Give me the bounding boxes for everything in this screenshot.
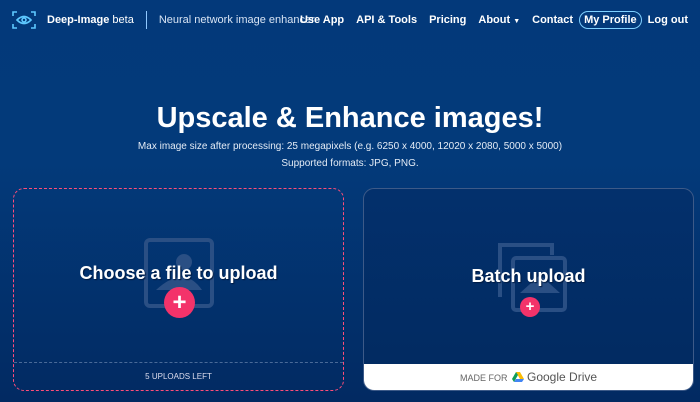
- nav-contact[interactable]: Contact: [532, 14, 573, 26]
- google-drive-label: Google Drive: [527, 370, 598, 384]
- formats-text: Supported formats: JPG, PNG.: [281, 158, 419, 169]
- my-profile-button[interactable]: My Profile: [579, 11, 642, 29]
- file-upload-dropzone[interactable]: Choose a file to upload + 5 UPLOADS LEFT: [13, 188, 344, 391]
- batch-upload-card[interactable]: Batch upload + MADE FOR Google Drive: [363, 188, 694, 391]
- nav-about-label: About: [478, 14, 511, 26]
- nav-api-tools[interactable]: API & Tools: [356, 14, 417, 26]
- batch-upload-title: Batch upload: [471, 266, 586, 286]
- caret-down-icon: ▼: [513, 18, 521, 25]
- add-file-plus-icon[interactable]: +: [164, 287, 195, 318]
- navbar: Deep-Image beta Neural network image enh…: [0, 0, 700, 40]
- batch-plus-icon[interactable]: +: [520, 297, 540, 317]
- made-for-label: MADE FOR: [459, 373, 508, 383]
- nav-about[interactable]: About ▼: [478, 14, 520, 26]
- brand-name[interactable]: Deep-Image beta: [47, 14, 134, 26]
- page-title: Upscale & Enhance images!: [156, 102, 544, 134]
- uploads-left: 5 UPLOADS LEFT: [14, 362, 343, 390]
- upload-title: Choose a file to upload: [79, 263, 278, 283]
- max-size-text: Max image size after processing: 25 mega…: [137, 141, 563, 152]
- eye-logo-icon[interactable]: [12, 11, 36, 29]
- tagline: Neural network image enhancer: [158, 14, 315, 26]
- nav-use-app[interactable]: Use App: [300, 14, 344, 26]
- google-drive-icon: [512, 372, 525, 382]
- nav-pricing[interactable]: Pricing: [429, 14, 466, 26]
- divider: [145, 11, 147, 29]
- logout-link[interactable]: Log out: [648, 14, 688, 26]
- made-for-google-drive: MADE FOR Google Drive: [364, 364, 693, 390]
